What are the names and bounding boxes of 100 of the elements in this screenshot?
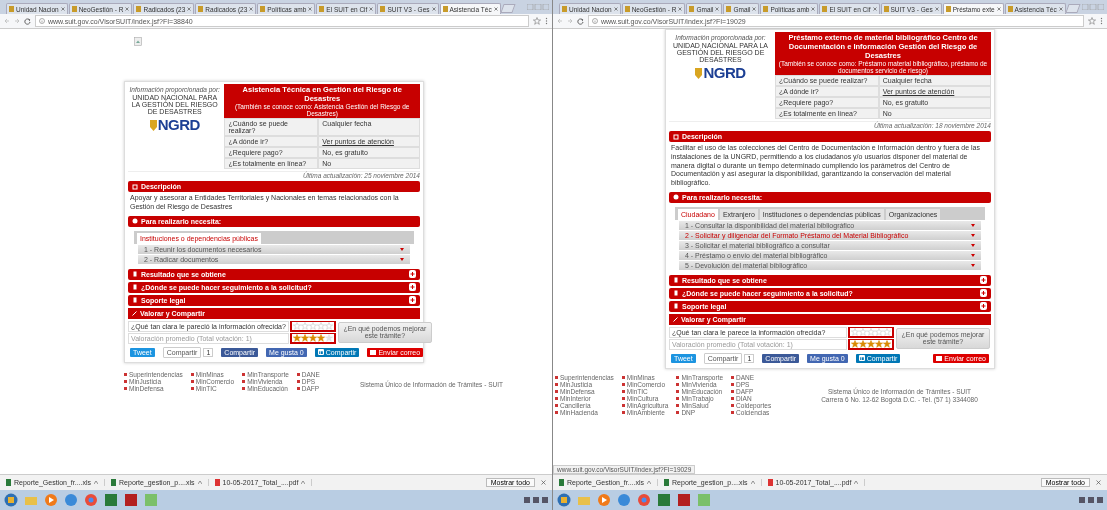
section-icon	[132, 183, 138, 190]
caret-icon	[971, 243, 975, 247]
caret-icon	[971, 223, 975, 227]
close-icon[interactable]	[308, 7, 313, 11]
close-icon[interactable]	[678, 7, 683, 11]
close-icon[interactable]	[249, 7, 254, 11]
page-icon	[260, 6, 266, 12]
page-icon	[822, 6, 828, 12]
tray-icon[interactable]	[524, 497, 548, 503]
caret-icon	[647, 481, 652, 484]
caret-icon	[971, 233, 975, 237]
start-icon[interactable]	[557, 493, 571, 507]
caret-icon	[854, 481, 859, 484]
page-icon	[71, 6, 77, 12]
close-icon[interactable]	[369, 7, 374, 11]
new-tab-button[interactable]	[1065, 4, 1081, 13]
broken-image-icon	[134, 37, 142, 46]
file-icon	[559, 479, 564, 486]
page-icon	[1007, 6, 1013, 12]
expand-icon[interactable]	[980, 289, 987, 298]
file-icon	[111, 479, 117, 486]
caret-icon	[750, 481, 755, 484]
close-icon[interactable]	[541, 480, 546, 485]
app-icon[interactable]	[657, 493, 671, 507]
menu-icon[interactable]	[545, 17, 548, 25]
tray-icon[interactable]	[1079, 497, 1103, 503]
logo-text: NGRD	[157, 116, 200, 133]
caret-icon	[301, 481, 306, 484]
forward-icon[interactable]	[567, 18, 573, 24]
emblem-icon	[149, 118, 157, 131]
close-icon[interactable]	[613, 7, 618, 11]
info-icon	[39, 18, 45, 24]
window-controls-icon	[527, 4, 549, 10]
play-icon[interactable]	[597, 493, 611, 507]
back-icon[interactable]	[557, 18, 563, 24]
logo-text: NGRD	[703, 64, 746, 81]
app-icon[interactable]	[104, 493, 118, 507]
close-icon[interactable]	[934, 7, 939, 11]
emblem-icon	[695, 66, 703, 79]
close-icon[interactable]	[125, 7, 130, 11]
close-icon[interactable]	[752, 7, 757, 11]
expand-icon[interactable]	[409, 283, 416, 291]
expand-icon[interactable]	[980, 276, 987, 285]
page-icon	[380, 6, 386, 12]
window-controls-icon	[1082, 4, 1104, 10]
close-icon[interactable]	[996, 7, 1001, 11]
caret-icon	[400, 257, 404, 261]
close-icon[interactable]	[1096, 480, 1101, 485]
caret-icon	[971, 263, 975, 267]
forward-icon[interactable]	[14, 18, 20, 24]
pencil-icon	[132, 310, 137, 316]
page-icon	[198, 6, 204, 12]
caret-icon	[971, 253, 975, 257]
close-icon[interactable]	[431, 7, 436, 11]
close-icon[interactable]	[60, 7, 65, 11]
page-icon	[624, 6, 630, 12]
logo-icon	[317, 349, 324, 355]
star-icon[interactable]	[533, 17, 541, 25]
close-icon[interactable]	[1058, 7, 1063, 11]
new-tab-button[interactable]	[500, 4, 516, 13]
close-icon[interactable]	[187, 7, 192, 11]
caret-icon	[400, 247, 404, 251]
file-icon	[767, 479, 773, 486]
page-icon	[136, 6, 142, 12]
page-icon	[319, 6, 325, 12]
expand-icon[interactable]	[409, 270, 416, 278]
back-icon[interactable]	[4, 18, 10, 24]
close-icon[interactable]	[493, 7, 498, 11]
page-icon	[562, 6, 567, 12]
file-icon	[6, 479, 11, 486]
section-icon	[132, 218, 138, 224]
page-icon	[763, 6, 769, 12]
caret-icon	[197, 481, 202, 484]
section-icon	[132, 284, 138, 290]
file-icon	[664, 479, 670, 486]
circle-icon[interactable]	[637, 493, 651, 507]
logo-icon	[858, 355, 865, 362]
page-icon	[689, 6, 695, 12]
reload-icon[interactable]	[24, 17, 31, 25]
page-icon	[442, 6, 448, 12]
section-icon	[673, 194, 679, 201]
expand-icon[interactable]	[409, 296, 416, 304]
play-icon[interactable]	[44, 493, 58, 507]
page-icon	[726, 6, 732, 12]
close-icon[interactable]	[811, 7, 816, 11]
close-icon[interactable]	[715, 7, 720, 11]
envelope-icon	[370, 349, 377, 355]
menu-icon[interactable]	[1100, 17, 1103, 25]
envelope-icon	[936, 355, 943, 361]
section-icon	[132, 271, 138, 277]
close-icon[interactable]	[872, 7, 877, 11]
star-icon[interactable]	[1088, 17, 1096, 25]
circle-icon[interactable]	[84, 493, 98, 507]
reload-icon[interactable]	[577, 17, 584, 25]
page-icon	[883, 6, 889, 12]
file-icon	[214, 479, 220, 486]
pencil-icon	[673, 316, 678, 322]
expand-icon[interactable]	[980, 302, 987, 311]
page-icon	[9, 6, 14, 12]
start-icon[interactable]	[4, 493, 18, 507]
